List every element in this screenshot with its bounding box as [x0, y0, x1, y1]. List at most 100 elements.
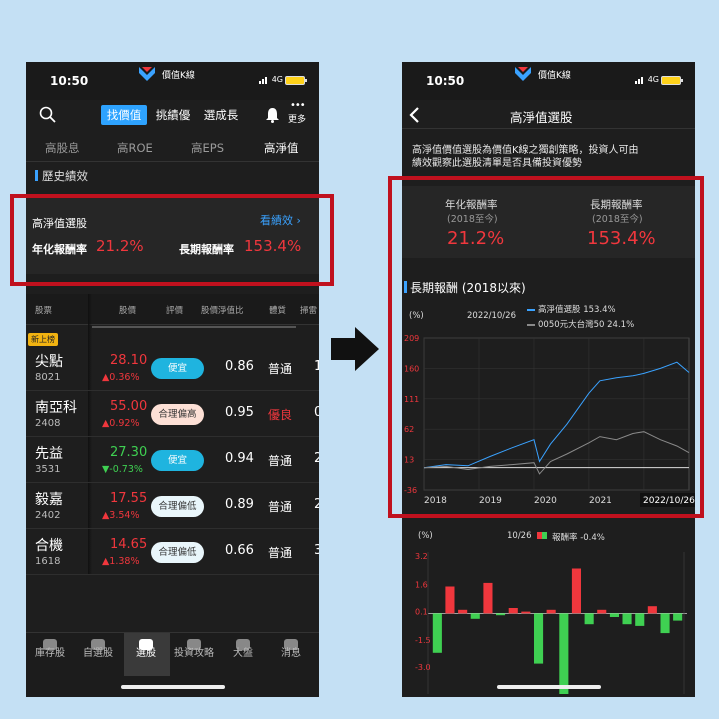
stock-price: 28.10 — [110, 353, 148, 368]
rating-badge[interactable]: 便宜 — [151, 358, 204, 379]
scan-value: 0 — [314, 405, 319, 420]
back-icon[interactable] — [408, 106, 420, 124]
bar-chart-date: 10/26 — [507, 531, 532, 541]
page-title: 高淨值選股 — [510, 110, 573, 125]
pb-ratio: 0.95 — [225, 405, 254, 420]
home-indicator — [121, 685, 225, 689]
battery-icon — [661, 76, 683, 85]
table-row[interactable]: 合機 1618 14.65 ▲1.38% 合理偏低 0.66 普通 3 — [26, 529, 319, 575]
header-stock[interactable]: 股票 — [35, 304, 52, 316]
stock-code: 3531 — [35, 464, 61, 475]
home-indicator — [497, 685, 601, 689]
bar-chart-unit: (%) — [418, 531, 433, 541]
subtab-high-roe[interactable]: 高ROE — [117, 140, 153, 156]
section-title: 歷史績效 — [42, 169, 88, 183]
header-divider — [402, 128, 695, 129]
rating-badge[interactable]: 合理偏低 — [151, 542, 204, 563]
stock-change: ▲1.38% — [102, 556, 140, 567]
bar-y-tick-label: 0.1 — [415, 608, 428, 617]
health-status: 普通 — [268, 362, 293, 376]
bar — [445, 586, 455, 614]
stock-price: 55.00 — [110, 399, 148, 414]
table-row[interactable]: 先益 3531 27.30 ▼-0.73% 便宜 0.94 普通 2 — [26, 437, 319, 483]
bar-y-tick-label: 1.6 — [415, 581, 428, 590]
bar — [496, 613, 506, 616]
subtab-high-nav[interactable]: 高淨值 — [264, 140, 299, 156]
table-header: 股票 股價 評價 股價淨值比 體質 掃雷 — [26, 294, 319, 325]
header-rating[interactable]: 評價 — [166, 304, 183, 316]
app-name: 價值K線 — [162, 71, 195, 81]
rating-badge[interactable]: 合理偏低 — [151, 496, 204, 517]
stock-price: 27.30 — [110, 445, 148, 460]
nav-item-4[interactable]: 大盤 — [221, 644, 265, 659]
bar — [622, 613, 632, 625]
header-price[interactable]: 股價 — [119, 304, 136, 316]
bar — [584, 613, 594, 625]
battery-icon — [285, 76, 307, 85]
tab-pick-growth[interactable]: 選成長 — [198, 105, 244, 125]
signal-icon — [635, 77, 643, 84]
scroll-indicator — [92, 326, 296, 328]
tabs-divider — [26, 161, 319, 162]
app-name: 價值K線 — [538, 71, 571, 81]
stock-name: 尖點 — [35, 354, 63, 370]
bar — [559, 613, 569, 694]
nav-item-3[interactable]: 投資攻略 — [172, 644, 216, 659]
table-row[interactable]: 南亞科 2408 55.00 ▲0.92% 合理偏高 0.95 優良 0 — [26, 391, 319, 437]
bar — [660, 613, 670, 634]
bar — [470, 613, 480, 619]
bar — [483, 582, 493, 614]
more-dots-icon[interactable]: ••• — [290, 100, 306, 111]
pb-ratio: 0.89 — [225, 497, 254, 512]
health-status: 普通 — [268, 500, 293, 514]
rating-badge[interactable]: 便宜 — [151, 450, 204, 471]
network-label: 4G — [271, 75, 283, 84]
status-bar: 10:50 價值K線 4G — [402, 62, 695, 100]
bar — [609, 613, 619, 617]
stock-code: 8021 — [35, 372, 61, 383]
nav-item-2[interactable]: 選股 — [124, 644, 168, 659]
pb-ratio: 0.94 — [225, 451, 254, 466]
bar-chart: 3.21.60.1-1.5-3.0 — [415, 552, 687, 694]
tab-pick-performance[interactable]: 挑績優 — [150, 105, 196, 125]
status-time: 10:50 — [426, 74, 465, 88]
section-marker — [35, 170, 38, 181]
bar — [635, 613, 645, 626]
tab-find-value[interactable]: 找價值 — [101, 105, 147, 125]
stock-code: 2408 — [35, 418, 61, 429]
bar — [508, 608, 518, 614]
table-row[interactable]: 毅嘉 2402 17.55 ▲3.54% 合理偏低 0.89 普通 2 — [26, 483, 319, 529]
nav-item-1[interactable]: 自選股 — [76, 644, 120, 659]
bell-icon[interactable] — [265, 107, 280, 123]
stock-code: 1618 — [35, 556, 61, 567]
pb-ratio: 0.66 — [225, 543, 254, 558]
bar — [571, 568, 581, 614]
bar — [534, 613, 544, 664]
header-health[interactable]: 體質 — [269, 304, 286, 316]
search-icon[interactable] — [39, 106, 56, 123]
table-row[interactable]: 尖點 8021 28.10 ▲0.36% 便宜 0.86 普通 1 — [26, 345, 319, 391]
nav-item-5[interactable]: 消息 — [269, 644, 313, 659]
stock-change: ▼-0.73% — [102, 464, 143, 475]
header-pb-ratio[interactable]: 股價淨值比 — [201, 304, 244, 316]
stock-name: 先益 — [35, 446, 63, 462]
scan-value: 2 — [314, 451, 319, 466]
rating-badge[interactable]: 合理偏高 — [151, 404, 204, 425]
pb-ratio: 0.86 — [225, 359, 254, 374]
app-logo-icon — [515, 67, 531, 81]
stock-change: ▲0.92% — [102, 418, 140, 429]
subtab-high-dividend[interactable]: 高股息 — [45, 140, 80, 156]
more-label[interactable]: 更多 — [288, 112, 306, 125]
scan-value: 3 — [314, 543, 319, 558]
network-label: 4G — [647, 75, 659, 84]
left-phone-screen: 10:50 價值K線 4G 找價值 挑績優 選成長 ••• 更多 高股息 高RO… — [26, 62, 319, 697]
nav-item-0[interactable]: 庫存股 — [28, 644, 72, 659]
status-bar: 10:50 價值K線 4G — [26, 62, 319, 100]
signal-icon — [259, 77, 267, 84]
stock-name: 合機 — [35, 538, 63, 554]
subtab-high-eps[interactable]: 高EPS — [191, 140, 224, 156]
bar-y-tick-label: 3.2 — [415, 552, 428, 561]
highlight-box-right — [388, 176, 704, 518]
header-scan[interactable]: 掃雷 — [300, 304, 317, 316]
scan-value: 1 — [314, 359, 319, 374]
